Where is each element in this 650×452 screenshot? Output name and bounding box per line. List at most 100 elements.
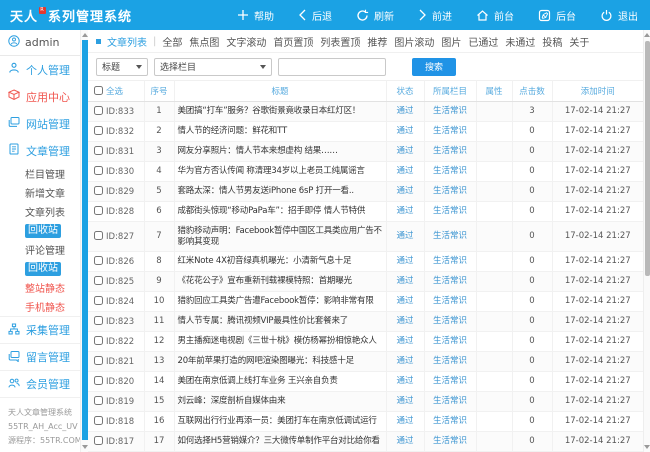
row-status-link[interactable]: 通过: [386, 142, 424, 162]
sidebar-subitem[interactable]: 整站静态: [0, 278, 80, 297]
row-status-link[interactable]: 通过: [386, 272, 424, 292]
row-title-link[interactable]: 华为官方否认传闻 称清理34岁以上老员工纯属谣言: [174, 162, 386, 182]
row-status-link[interactable]: 通过: [386, 312, 424, 332]
row-status-link[interactable]: 通过: [386, 332, 424, 352]
row-category-link[interactable]: 生活常识: [424, 332, 476, 352]
row-checkbox[interactable]: [94, 186, 103, 195]
row-checkbox[interactable]: [94, 206, 103, 215]
row-title-link[interactable]: 情人节的经济问题：鲜花和TT: [174, 122, 386, 142]
row-category-link[interactable]: 生活常识: [424, 162, 476, 182]
row-title-link[interactable]: 互联网出行行业再添一员：美团打车在南京低调试运行: [174, 412, 386, 432]
row-status-link[interactable]: 通过: [386, 162, 424, 182]
row-status-link[interactable]: 通过: [386, 222, 424, 252]
refresh-button[interactable]: 刷新: [356, 8, 394, 23]
row-category-link[interactable]: 生活常识: [424, 352, 476, 372]
row-status-link[interactable]: 通过: [386, 292, 424, 312]
row-category-link[interactable]: 生活常识: [424, 412, 476, 432]
row-category-link[interactable]: 生活常识: [424, 272, 476, 292]
row-checkbox[interactable]: [94, 416, 103, 425]
row-title-link[interactable]: 刘云峰：深度剖析自媒体由来: [174, 392, 386, 412]
help-button[interactable]: 帮助: [237, 8, 274, 23]
filter-tab[interactable]: 未通过: [505, 34, 535, 49]
row-checkbox[interactable]: [94, 126, 103, 135]
row-title-link[interactable]: 《花花公子》宣布重新刊载裸模特照：首期曝光: [174, 272, 386, 292]
sidebar-item-members[interactable]: 会员管理: [0, 371, 80, 398]
row-title-link[interactable]: 套路太深：情人节男友送iPhone 6sP 打开一看..: [174, 182, 386, 202]
sidebar-subitem[interactable]: 栏目管理: [0, 164, 80, 183]
sidebar-scrollbar[interactable]: [80, 30, 88, 452]
sidebar-item-message[interactable]: 留言管理: [0, 344, 80, 371]
row-checkbox[interactable]: [94, 296, 103, 305]
sidebar-item-personal[interactable]: 个人管理: [0, 56, 80, 83]
scroll-down-icon[interactable]: [82, 445, 88, 449]
sidebar-subitem[interactable]: 回收站: [0, 259, 80, 278]
row-category-link[interactable]: 生活常识: [424, 312, 476, 332]
row-category-link[interactable]: 生活常识: [424, 292, 476, 312]
filter-tab[interactable]: 已通过: [468, 34, 498, 49]
row-title-link[interactable]: 成都街头惊现“移动PaPa车”：招手即停 情人节特供: [174, 202, 386, 222]
search-input[interactable]: [278, 58, 386, 76]
row-title-link[interactable]: 情人节专属：腾讯视频VIP最具性价比套餐来了: [174, 312, 386, 332]
main-scrollbar[interactable]: [643, 30, 650, 452]
row-category-link[interactable]: 生活常识: [424, 182, 476, 202]
scroll-down-icon[interactable]: [644, 445, 650, 449]
row-status-link[interactable]: 通过: [386, 252, 424, 272]
row-checkbox[interactable]: [94, 356, 103, 365]
row-checkbox[interactable]: [94, 276, 103, 285]
row-checkbox[interactable]: [94, 336, 103, 345]
field-select[interactable]: 标题: [96, 58, 148, 76]
row-checkbox[interactable]: [94, 146, 103, 155]
filter-tab[interactable]: 投稿: [542, 34, 562, 49]
row-status-link[interactable]: 通过: [386, 182, 424, 202]
select-all-checkbox[interactable]: [94, 86, 103, 95]
row-title-link[interactable]: 红米Note 4X初音绿真机曝光：小清新气息十足: [174, 252, 386, 272]
back-button[interactable]: 后退: [298, 8, 332, 23]
sidebar-subitem[interactable]: 文章列表: [0, 202, 80, 221]
row-category-link[interactable]: 生活常识: [424, 202, 476, 222]
row-title-link[interactable]: 男主播痴迷电视剧《三世十桃》模仿杨幂扮相惊艳众人: [174, 332, 386, 352]
scroll-up-icon[interactable]: [82, 33, 88, 37]
main-scrollbar-thumb[interactable]: [645, 41, 650, 276]
scroll-up-icon[interactable]: [644, 33, 650, 37]
forward-button[interactable]: 前进: [418, 8, 452, 23]
sidebar-subitem[interactable]: 手机静态: [0, 297, 80, 316]
row-category-link[interactable]: 生活常识: [424, 122, 476, 142]
row-status-link[interactable]: 通过: [386, 352, 424, 372]
logout-button[interactable]: 退出: [600, 8, 638, 23]
row-checkbox[interactable]: [94, 231, 103, 240]
row-checkbox[interactable]: [94, 396, 103, 405]
filter-tab[interactable]: 图片: [441, 34, 461, 49]
filter-tab[interactable]: 列表置顶: [320, 34, 360, 49]
row-category-link[interactable]: 生活常识: [424, 142, 476, 162]
row-title-link[interactable]: 美团在南京低调上线打车业务 王兴亲自负责: [174, 372, 386, 392]
row-checkbox[interactable]: [94, 376, 103, 385]
row-checkbox[interactable]: [94, 106, 103, 115]
row-status-link[interactable]: 通过: [386, 432, 424, 452]
row-category-link[interactable]: 生活常识: [424, 432, 476, 452]
backend-button[interactable]: 后台: [538, 8, 576, 23]
row-checkbox[interactable]: [94, 316, 103, 325]
row-status-link[interactable]: 通过: [386, 392, 424, 412]
sidebar-subitem[interactable]: 回收站: [0, 221, 80, 240]
row-category-link[interactable]: 生活常识: [424, 392, 476, 412]
row-status-link[interactable]: 通过: [386, 102, 424, 122]
sidebar-scrollbar-thumb[interactable]: [82, 40, 88, 440]
row-title-link[interactable]: 如何选择H5营销媒介？三大微传单制作平台对比给你看: [174, 432, 386, 452]
filter-tab[interactable]: 文字滚动: [226, 34, 266, 49]
row-checkbox[interactable]: [94, 166, 103, 175]
sidebar-item-collect[interactable]: 采集管理: [0, 317, 80, 344]
row-status-link[interactable]: 通过: [386, 202, 424, 222]
row-title-link[interactable]: 20年前苹果打造的网吧渲染图曝光：科技感十足: [174, 352, 386, 372]
row-category-link[interactable]: 生活常识: [424, 222, 476, 252]
filter-tab[interactable]: 图片滚动: [394, 34, 434, 49]
row-title-link[interactable]: 网友分享照片：情人节本来想虚构 结果……: [174, 142, 386, 162]
search-button[interactable]: 搜索: [412, 58, 456, 76]
category-select[interactable]: 选择栏目: [154, 58, 272, 76]
filter-tab[interactable]: 关于: [569, 34, 589, 49]
row-checkbox[interactable]: [94, 436, 103, 445]
row-checkbox[interactable]: [94, 256, 103, 265]
row-title-link[interactable]: 猎豹移动声明：Facebook暂停中国区工具类应用广告不影响其变现: [174, 222, 386, 252]
row-category-link[interactable]: 生活常识: [424, 372, 476, 392]
row-title-link[interactable]: 猎豹回应工具类广告遭Facebook暂停：影响非常有限: [174, 292, 386, 312]
sidebar-item-website[interactable]: 网站管理: [0, 110, 80, 137]
